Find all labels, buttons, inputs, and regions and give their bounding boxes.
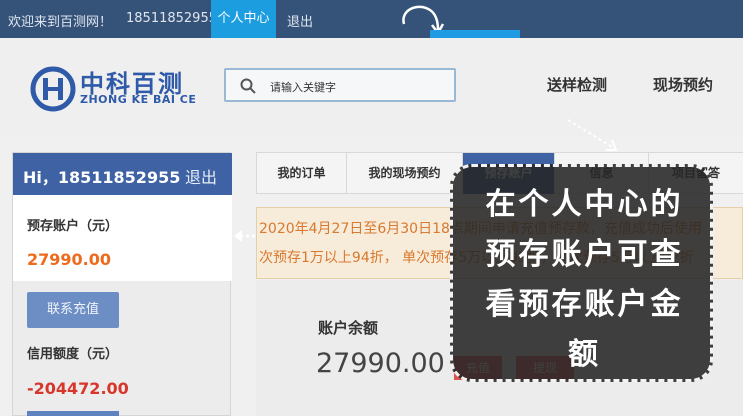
search-icon[interactable]	[240, 78, 256, 94]
nav-onsite-booking[interactable]: 现场预约	[653, 74, 713, 95]
logo-icon	[30, 66, 76, 112]
logout-link[interactable]: 退出	[287, 11, 313, 30]
tab-my-orders[interactable]: 我的订单	[256, 153, 346, 194]
personal-center-link[interactable]: 个人中心	[211, 0, 276, 38]
balance-label: 账户余额	[318, 319, 379, 337]
sidebar-header: Hi，18511852955 退出	[13, 153, 232, 195]
welcome-text: 欢迎来到百测网！	[8, 15, 113, 30]
tab-onsite-appointments[interactable]: 我的现场预约	[346, 153, 462, 194]
callout-line-3: 看预存账户金	[485, 287, 684, 322]
callout-line-4: 额	[568, 337, 601, 372]
credit-limit-label: 信用额度（元）	[27, 347, 119, 362]
top-bar: 欢迎来到百测网！ 18511852955 个人中心 退出	[0, 0, 743, 38]
prepay-account-label: 预存账户（元）	[27, 219, 119, 234]
site-header: 中科百测 ZHONG KE BAI CE 请输入关键字 送样检测 现场预约	[0, 38, 743, 138]
prepay-account-box: 预存账户（元） 27990.00	[13, 195, 232, 281]
user-phone: 18511852955	[126, 11, 217, 26]
logo-subtitle: ZHONG KE BAI CE	[80, 93, 197, 106]
greeting: Hi，18511852955	[23, 168, 181, 187]
tutorial-callout: 在个人中心的 预存账户可查 看预存账户金 额	[450, 164, 713, 382]
search-input[interactable]: 请输入关键字	[270, 79, 336, 95]
sidebar-exit-link[interactable]: 退出	[185, 164, 217, 188]
balance-value: 27990.00	[316, 348, 445, 379]
account-sidebar: Hi，18511852955 退出 预存账户（元） 27990.00 联系充值 …	[12, 152, 232, 416]
nav-sample-testing[interactable]: 送样检测	[547, 74, 607, 95]
credit-limit-value: -204472.00	[27, 379, 129, 398]
sidebar-button-partial[interactable]	[27, 411, 119, 416]
callout-line-2: 预存账户可查	[485, 237, 684, 272]
callout-line-1: 在个人中心的	[485, 187, 684, 222]
search-box[interactable]: 请输入关键字	[224, 68, 456, 102]
prepay-account-value: 27990.00	[27, 250, 112, 269]
contact-recharge-button[interactable]: 联系充值	[27, 292, 119, 328]
